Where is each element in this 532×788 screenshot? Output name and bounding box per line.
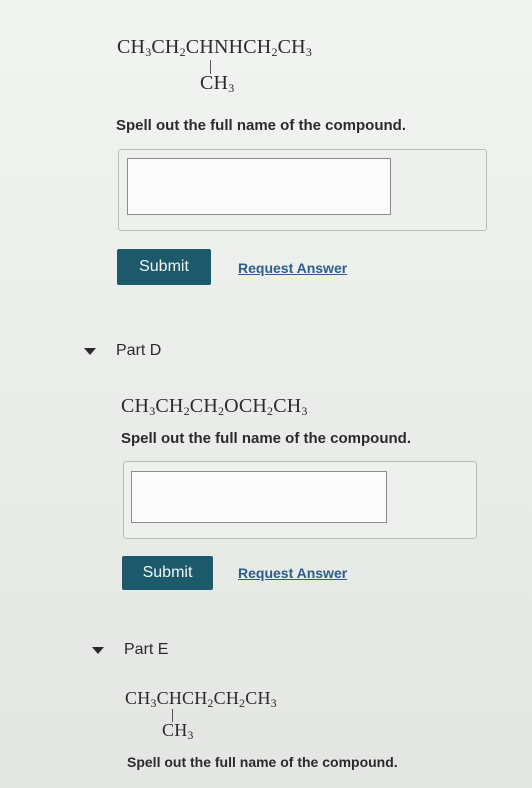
formula-subscript: 3 [305, 45, 313, 59]
part-e-formula-branch: CH3 [162, 720, 194, 743]
part-c-formula-branch: CH3 [200, 72, 234, 96]
formula-text: CH [200, 72, 229, 94]
part-e-header[interactable]: Part E [92, 641, 168, 659]
part-c-answer-input[interactable] [127, 158, 391, 215]
formula-subscript: 3 [187, 728, 194, 742]
formula-subscript: 3 [228, 81, 235, 95]
formula-text: OCH [224, 395, 267, 417]
formula-text: CH [245, 688, 271, 708]
formula-text: CH [162, 720, 188, 740]
part-d-request-answer-link[interactable]: Request Answer [238, 565, 347, 581]
formula-text: CH [121, 395, 150, 417]
part-d-answer-input[interactable] [131, 471, 387, 523]
formula-text: CH [273, 395, 302, 417]
formula-text: CH [155, 395, 184, 417]
formula-text: CH [117, 36, 146, 58]
formula-text: CH [125, 688, 151, 708]
part-d-prompt: Spell out the full name of the compound. [121, 430, 411, 447]
part-e-formula: CH3CHCH2CH2CH3 [125, 688, 277, 711]
formula-text: CH [151, 36, 180, 58]
formula-text: CHNHCH [185, 36, 272, 58]
part-c-submit-button[interactable]: Submit [117, 249, 211, 285]
formula-text: CH [213, 688, 240, 708]
formula-text: CH [189, 395, 218, 417]
formula-text: CHCH [156, 688, 208, 708]
part-c-prompt: Spell out the full name of the compound. [116, 117, 406, 134]
part-e-title: Part E [124, 641, 169, 658]
part-c-request-answer-link[interactable]: Request Answer [238, 260, 347, 276]
part-d-title: Part D [116, 342, 162, 359]
part-d-header[interactable]: Part D [84, 342, 161, 360]
part-e-prompt: Spell out the full name of the compound. [127, 754, 398, 770]
caret-down-icon [92, 646, 104, 654]
formula-text: CH [277, 36, 306, 58]
part-d-formula: CH3CH2CH2OCH2CH3 [121, 395, 308, 419]
caret-down-icon [84, 347, 96, 355]
part-c-formula: CH3CH2CHNHCH2CH3 [117, 36, 312, 60]
page: CH3CH2CHNHCH2CH3 CH3 Spell out the full … [0, 0, 532, 788]
formula-subscript: 3 [270, 696, 277, 710]
formula-subscript: 3 [301, 404, 308, 418]
part-d-submit-button[interactable]: Submit [122, 556, 213, 590]
